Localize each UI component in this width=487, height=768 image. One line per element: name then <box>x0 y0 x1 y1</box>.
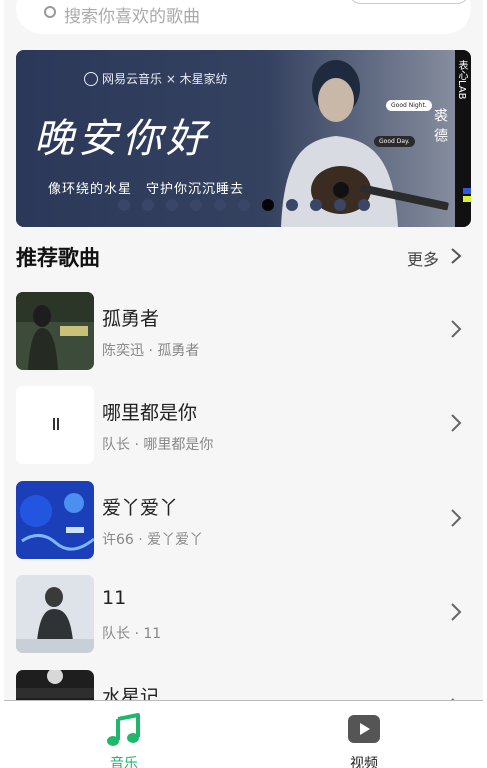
banner-side-text: 表心LAB <box>456 60 467 100</box>
song-row[interactable]: 孤勇者 陈奕迅 · 孤勇者 <box>16 292 471 370</box>
banner-headline: 晚安你好 <box>34 116 210 162</box>
banner-bubble-night: Good Night. <box>386 100 432 111</box>
song-cover <box>16 386 94 464</box>
song-row[interactable]: 爱丫爱丫 许66 · 爱丫爱丫 <box>16 481 471 559</box>
netease-logo-icon <box>84 71 98 86</box>
banner-subline: 像环绕的水星 守护你沉沉睡去 <box>48 182 245 197</box>
search-bar[interactable]: 搜索你喜欢的歌曲 <box>16 0 471 34</box>
side-lime-mark <box>463 196 471 202</box>
video-play-icon <box>348 715 380 743</box>
pagination-dot[interactable] <box>358 199 370 211</box>
banner-brand: 网易云音乐 × 木星家纺 <box>84 70 228 87</box>
pagination-dot[interactable] <box>262 199 274 211</box>
pagination-dot[interactable] <box>190 199 202 211</box>
pagination-dot[interactable] <box>310 199 322 211</box>
pagination-dot[interactable] <box>238 199 250 211</box>
chevron-right-icon[interactable] <box>449 412 463 434</box>
banner-bubble-day: Good Day. <box>374 136 415 147</box>
song-subtitle: 陈奕迅 · 孤勇者 <box>102 343 200 359</box>
song-cover <box>16 292 94 370</box>
album-art-gu-yong-zhe <box>16 292 94 370</box>
album-art-ai-ya <box>16 481 94 559</box>
song-subtitle: 队长 · 哪里都是你 <box>102 437 214 453</box>
pagination-dot[interactable] <box>118 199 130 211</box>
bottom-tab-bar: 音乐 视频 <box>4 700 483 768</box>
song-subtitle: 队长 · 11 <box>102 626 162 642</box>
pause-icon[interactable] <box>53 418 59 430</box>
tab-label: 音乐 <box>110 756 138 768</box>
pagination-dot[interactable] <box>166 199 178 211</box>
banner-artist: 裘德 <box>432 108 448 148</box>
side-blue-mark <box>463 188 471 194</box>
song-cover <box>16 481 94 559</box>
search-icon <box>44 6 56 18</box>
chevron-right-icon[interactable] <box>449 318 463 340</box>
song-title: 哪里都是你 <box>102 402 198 424</box>
music-note-icon <box>107 713 140 746</box>
song-title: 爱丫爱丫 <box>102 497 179 519</box>
song-subtitle: 许66 · 爱丫爱丫 <box>102 532 204 548</box>
tab-label: 视频 <box>350 756 378 768</box>
chevron-right-icon[interactable] <box>449 247 463 265</box>
chevron-right-icon[interactable] <box>449 601 463 623</box>
album-art-11 <box>16 575 94 653</box>
song-row[interactable]: 11 队长 · 11 <box>16 575 471 653</box>
song-cover <box>16 575 94 653</box>
banner-side-strip: 表心LAB <box>455 50 471 227</box>
pagination-dot[interactable] <box>214 199 226 211</box>
banner-brand-text: 网易云音乐 × 木星家纺 <box>102 72 228 86</box>
banner-pagination <box>118 199 370 211</box>
pagination-dot[interactable] <box>142 199 154 211</box>
song-title: 11 <box>102 587 127 609</box>
chevron-right-icon[interactable] <box>449 507 463 529</box>
tab-music[interactable]: 音乐 <box>64 701 184 768</box>
section-title: 推荐歌曲 <box>16 246 100 270</box>
top-action-pill[interactable] <box>348 0 470 4</box>
more-link[interactable]: 更多 <box>407 246 439 270</box>
search-placeholder: 搜索你喜欢的歌曲 <box>64 7 200 27</box>
right-edge <box>483 0 487 768</box>
pagination-dot[interactable] <box>286 199 298 211</box>
song-title: 孤勇者 <box>102 308 160 330</box>
pagination-dot[interactable] <box>334 199 346 211</box>
tab-video[interactable]: 视频 <box>304 701 424 768</box>
left-edge <box>0 0 4 768</box>
song-row[interactable]: 哪里都是你 队长 · 哪里都是你 <box>16 386 471 464</box>
